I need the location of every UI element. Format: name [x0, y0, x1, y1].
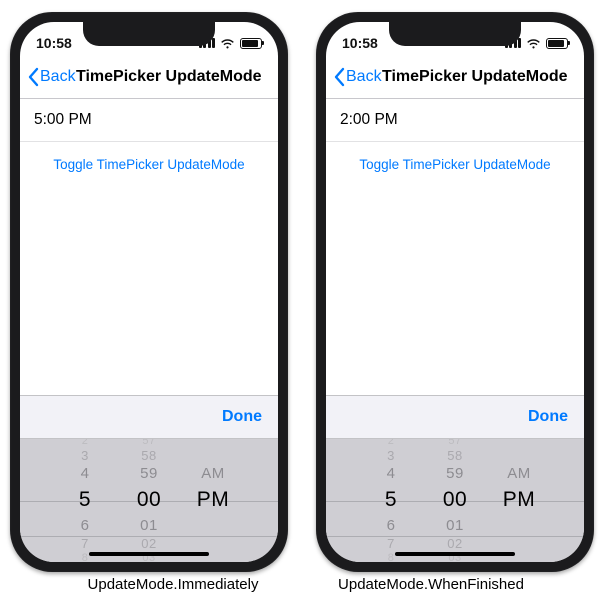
toggle-updatemode-button[interactable]: Toggle TimePicker UpdateMode — [20, 142, 278, 186]
home-indicator — [89, 552, 209, 556]
done-button[interactable]: Done — [222, 408, 262, 426]
time-picker-wheel[interactable]: 2 3 4 5 6 7 8 57 58 59 00 01 02 — [20, 439, 278, 562]
selected-time-label: 2:00 PM — [340, 111, 398, 129]
chevron-left-icon — [26, 67, 40, 87]
notch — [389, 22, 521, 46]
time-picker-field[interactable]: 2:00 PM — [326, 99, 584, 142]
accessory-toolbar: Done — [20, 395, 278, 439]
toggle-updatemode-button[interactable]: Toggle TimePicker UpdateMode — [326, 142, 584, 186]
minute-column[interactable]: 57 58 59 00 01 02 03 — [433, 439, 477, 562]
back-button[interactable]: Back — [26, 67, 76, 87]
back-button[interactable]: Back — [332, 67, 382, 87]
navigation-bar: Back TimePicker UpdateMode — [326, 56, 584, 99]
phone-mockup-right: 10:58 Back TimePicker UpdateMode — [316, 12, 594, 572]
page-title: TimePicker UpdateMode — [76, 68, 262, 86]
status-time: 10:58 — [342, 35, 378, 51]
back-label: Back — [40, 68, 76, 86]
toggle-label: Toggle TimePicker UpdateMode — [359, 157, 550, 172]
period-column[interactable]: AM PM — [191, 439, 235, 562]
time-picker-wheel[interactable]: 2 3 4 5 6 7 8 57 58 59 00 01 02 — [326, 439, 584, 562]
toggle-label: Toggle TimePicker UpdateMode — [53, 157, 244, 172]
wifi-icon — [220, 38, 235, 49]
phone-mockup-left: 10:58 Back TimePicker UpdateMode — [10, 12, 288, 572]
home-indicator — [395, 552, 515, 556]
period-column[interactable]: AM PM — [497, 439, 541, 562]
navigation-bar: Back TimePicker UpdateMode — [20, 56, 278, 99]
hour-column[interactable]: 2 3 4 5 6 7 8 — [63, 439, 107, 562]
back-label: Back — [346, 68, 382, 86]
done-button[interactable]: Done — [528, 408, 568, 426]
screen: 10:58 Back TimePicker UpdateMode — [326, 22, 584, 562]
selected-time-label: 5:00 PM — [34, 111, 92, 129]
accessory-toolbar: Done — [326, 395, 584, 439]
content-area: 2:00 PM Toggle TimePicker UpdateMode — [326, 99, 584, 395]
caption-left: UpdateMode.Immediately — [44, 576, 302, 593]
page-title: TimePicker UpdateMode — [382, 68, 568, 86]
notch — [83, 22, 215, 46]
chevron-left-icon — [332, 67, 346, 87]
content-area: 5:00 PM Toggle TimePicker UpdateMode — [20, 99, 278, 395]
battery-icon — [240, 38, 262, 49]
hour-column[interactable]: 2 3 4 5 6 7 8 — [369, 439, 413, 562]
wifi-icon — [526, 38, 541, 49]
caption-right: UpdateMode.WhenFinished — [302, 576, 560, 593]
time-picker-field[interactable]: 5:00 PM — [20, 99, 278, 142]
screen: 10:58 Back TimePicker UpdateMode — [20, 22, 278, 562]
minute-column[interactable]: 57 58 59 00 01 02 03 — [127, 439, 171, 562]
battery-icon — [546, 38, 568, 49]
status-time: 10:58 — [36, 35, 72, 51]
